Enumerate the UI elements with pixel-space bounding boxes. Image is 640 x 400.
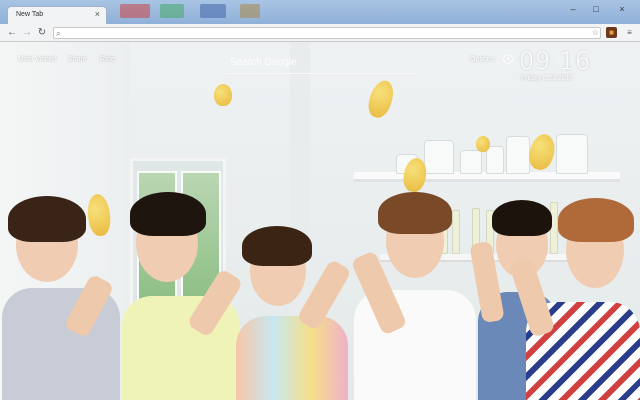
jar [506, 136, 530, 174]
person [0, 192, 130, 400]
title-bar: New Tab × – □ × [0, 0, 640, 25]
new-tab-page: Most Visited Share Rate Options 09:16 Fr… [0, 42, 640, 400]
person [346, 192, 480, 400]
address-bar[interactable]: ⌕ [53, 27, 601, 39]
options-link[interactable]: Options [470, 56, 494, 63]
mango [476, 136, 490, 152]
background-window-blur [160, 4, 184, 18]
shirt [236, 316, 348, 400]
browser-toolbar: ← → ↻ ⌕ ☆ ■ ≡ [0, 24, 640, 42]
hair [558, 198, 634, 242]
rate-link[interactable]: Rate [100, 56, 115, 63]
tab-title: New Tab [16, 11, 44, 18]
jar [460, 150, 482, 174]
back-arrow-icon[interactable]: ← [6, 26, 18, 40]
jar [424, 140, 454, 174]
person [116, 192, 246, 400]
hair [130, 192, 206, 236]
close-icon[interactable]: × [95, 9, 100, 19]
tab-new-tab[interactable]: New Tab × [7, 6, 107, 25]
mango [214, 84, 232, 106]
hair [8, 196, 86, 242]
close-icon[interactable]: × [608, 2, 636, 16]
maximize-icon[interactable]: □ [585, 2, 607, 16]
most-visited-link[interactable]: Most Visited [18, 56, 56, 63]
person [232, 226, 352, 400]
search-icon: ⌕ [56, 29, 61, 38]
background-window-blur [200, 4, 226, 18]
minimize-icon[interactable]: – [562, 2, 584, 16]
search-box [226, 52, 416, 74]
clock-time: 09:16 [519, 47, 591, 75]
clock-icon [503, 54, 513, 64]
mango [526, 131, 558, 173]
clock-date: Friday 6.23.2017 [521, 75, 574, 82]
hair [242, 226, 312, 266]
jar [556, 134, 588, 174]
person [508, 198, 640, 400]
mango [364, 77, 398, 121]
browser-window: New Tab × – □ × ← → ↻ ⌕ ☆ ■ ≡ Most Visit… [0, 0, 640, 400]
search-input[interactable] [230, 54, 410, 70]
jar [486, 146, 504, 174]
background-window-blur [240, 4, 260, 18]
star-icon[interactable]: ☆ [590, 27, 601, 38]
menu-icon[interactable]: ≡ [624, 27, 635, 38]
forward-arrow-icon[interactable]: → [21, 26, 33, 40]
extension-icon[interactable]: ■ [606, 27, 617, 38]
hair [378, 192, 452, 234]
background-window-blur [120, 4, 150, 18]
reload-icon[interactable]: ↻ [36, 26, 48, 40]
share-link[interactable]: Share [68, 56, 87, 63]
